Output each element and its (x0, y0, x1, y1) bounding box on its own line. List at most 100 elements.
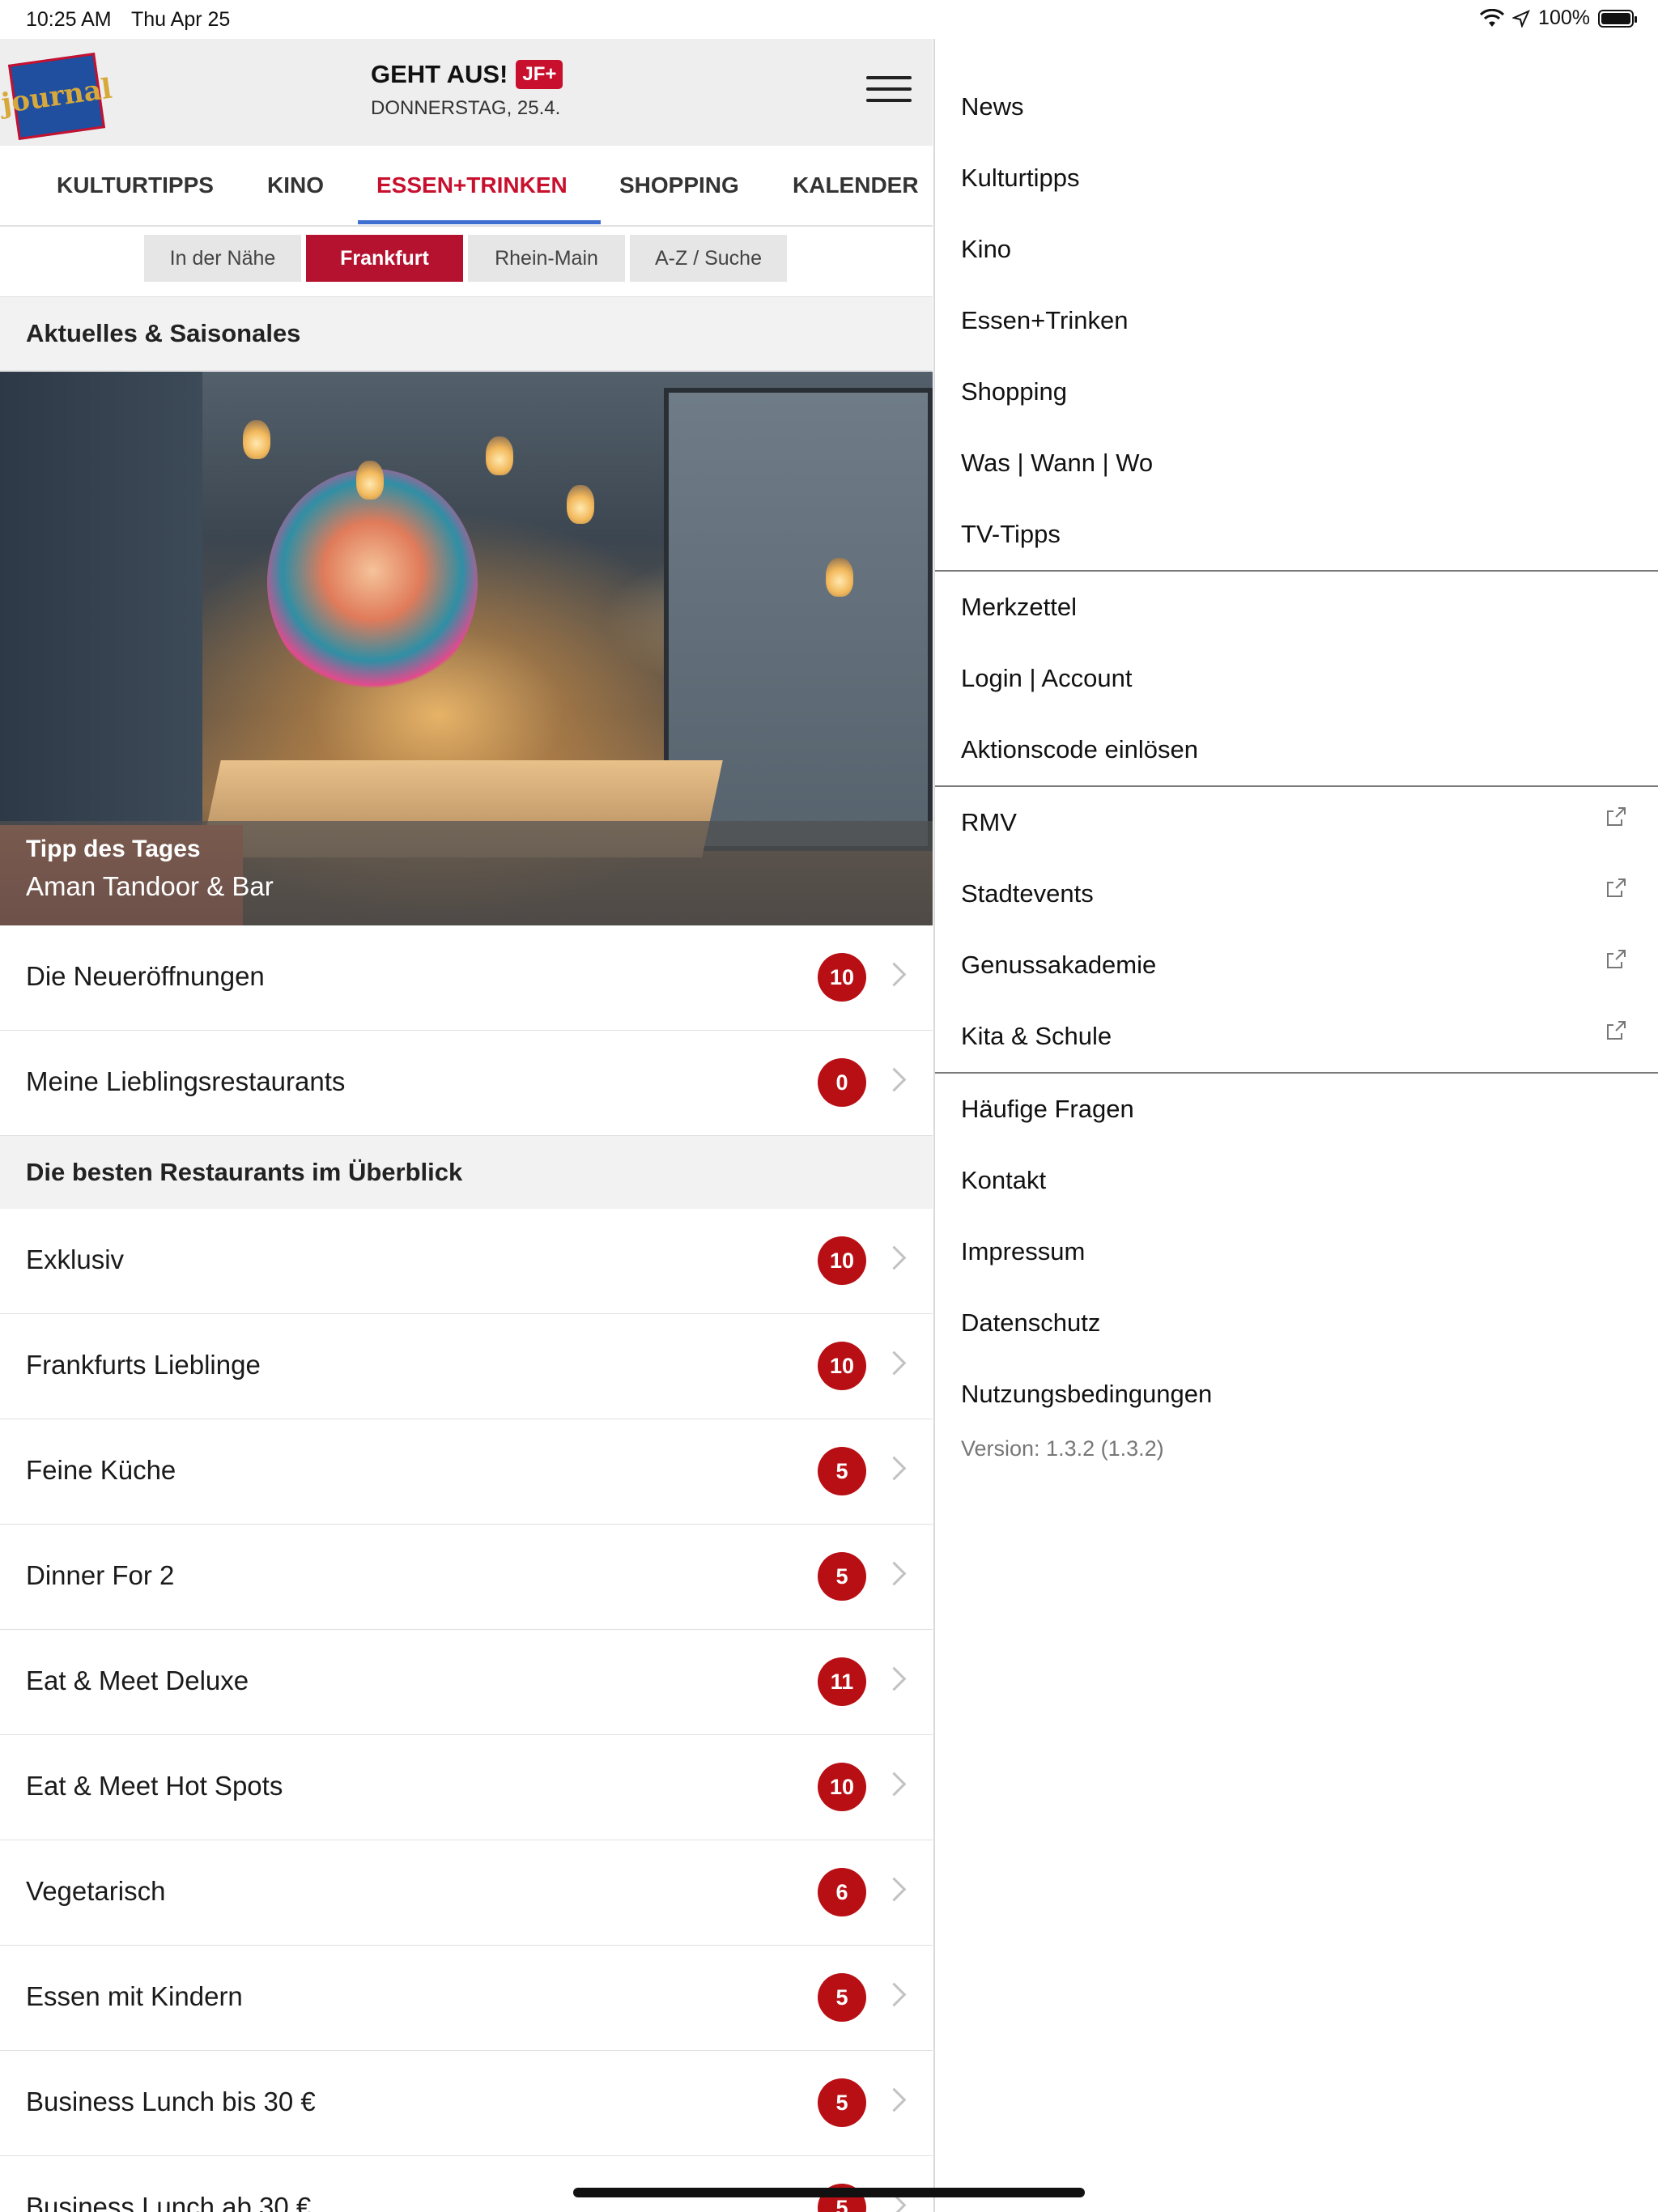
wifi-icon (1480, 8, 1505, 27)
list-item-label: Dinner For 2 (26, 1560, 175, 1590)
menu-item-kulturtipps[interactable]: Kulturtipps (961, 164, 1079, 193)
list-item-label: Exklusiv (26, 1244, 125, 1274)
chevron-right-icon (882, 1772, 907, 1797)
list-item-label: Die Neueröffnungen (26, 961, 265, 991)
header-title-group: GEHT AUS! JF+ (371, 60, 563, 89)
menu-item-datenschutz[interactable]: Datenschutz (961, 1308, 1100, 1338)
list-item-label: Eat & Meet Hot Spots (26, 1771, 283, 1801)
hamburger-menu-button[interactable] (866, 76, 912, 108)
category-tabs: KULTURTIPPS KINO ESSEN+TRINKEN SHOPPING … (0, 146, 933, 227)
header-date: DONNERSTAG, 25.4. (371, 97, 561, 119)
segment-a-z-suche[interactable]: A-Z / Suche (630, 235, 787, 282)
menu-line (866, 87, 912, 91)
app-header: journal GEHT AUS! JF+ DONNERSTAG, 25.4. (0, 39, 933, 147)
location-arrow-icon (1512, 9, 1531, 28)
list-item-label: Business Lunch bis 30 € (26, 2087, 316, 2116)
menu-item-impressum[interactable]: Impressum (961, 1237, 1085, 1266)
external-link-icon (1607, 807, 1626, 826)
list-item-label: Vegetarisch (26, 1876, 166, 1906)
menu-item-rmv[interactable]: RMV (961, 808, 1017, 837)
menu-line (866, 99, 912, 102)
list-item-label: Feine Küche (26, 1455, 176, 1485)
menu-item-kita-schule[interactable]: Kita & Schule (961, 1022, 1112, 1051)
list-item-label: Frankfurts Lieblinge (26, 1350, 261, 1380)
menu-item-aktionscode[interactable]: Aktionscode einlösen (961, 735, 1198, 764)
list-item[interactable]: Essen mit Kindern 5 (0, 1946, 933, 2051)
count-badge: 10 (818, 953, 866, 1002)
count-badge: 0 (818, 1058, 866, 1107)
menu-item-stadtevents[interactable]: Stadtevents (961, 879, 1094, 908)
count-badge: 5 (818, 1447, 866, 1495)
list-item-lieblingsrestaurants[interactable]: Meine Lieblingsrestaurants 0 (0, 1031, 933, 1136)
side-menu: News Kulturtipps Kino Essen+Trinken Shop… (933, 39, 1658, 2212)
status-bar: 10:25 AM Thu Apr 25 100% (0, 0, 1658, 39)
journal-logo[interactable]: journal (0, 52, 114, 141)
menu-item-genussakademie[interactable]: Genussakademie (961, 951, 1156, 980)
count-badge: 6 (818, 1868, 866, 1916)
menu-item-tv-tipps[interactable]: TV-Tipps (961, 520, 1061, 549)
status-time: 10:25 AM (26, 8, 112, 31)
hero-lamp (486, 436, 513, 475)
chevron-right-icon (882, 962, 907, 987)
list-item[interactable]: Feine Küche 5 (0, 1419, 933, 1525)
segment-frankfurt[interactable]: Frankfurt (306, 235, 463, 282)
menu-item-was-wann-wo[interactable]: Was | Wann | Wo (961, 449, 1153, 478)
status-icons: 100% (1480, 6, 1637, 30)
menu-divider (935, 1072, 1658, 1074)
list-item-label: Business Lunch ab 30 € (26, 2192, 312, 2212)
chevron-right-icon (882, 1351, 907, 1376)
tab-shopping[interactable]: SHOPPING (619, 146, 739, 225)
menu-divider (935, 785, 1658, 787)
list-item[interactable]: Exklusiv 10 (0, 1209, 933, 1314)
chevron-right-icon (882, 2087, 907, 2112)
list-item[interactable]: Vegetarisch 6 (0, 1840, 933, 1946)
list-item[interactable]: Eat & Meet Hot Spots 10 (0, 1735, 933, 1840)
count-badge: 5 (818, 1552, 866, 1601)
menu-item-news[interactable]: News (961, 92, 1024, 121)
count-badge: 5 (818, 2078, 866, 2127)
hero-kicker: Tipp des Tages (26, 836, 201, 862)
section-header-aktuelles: Aktuelles & Saisonales (0, 296, 933, 371)
hero-lamp (356, 461, 384, 500)
list-item[interactable]: Business Lunch ab 30 € 5 (0, 2156, 933, 2212)
count-badge: 11 (818, 1657, 866, 1706)
external-link-icon (1607, 1021, 1626, 1040)
chevron-right-icon (882, 1982, 907, 2007)
menu-item-kontakt[interactable]: Kontakt (961, 1166, 1046, 1195)
home-indicator[interactable] (573, 2188, 1085, 2197)
menu-item-nutzungsbedingungen[interactable]: Nutzungsbedingungen (961, 1380, 1212, 1409)
section-title: Aktuelles & Saisonales (26, 319, 301, 347)
tab-kalender[interactable]: KALENDER (793, 146, 919, 225)
tipp-des-tages-card[interactable]: Tipp des Tages Aman Tandoor & Bar (0, 372, 933, 925)
list-item-label: Essen mit Kindern (26, 1981, 243, 2011)
segment-in-der-naehe[interactable]: In der Nähe (144, 235, 301, 282)
tab-kulturtipps[interactable]: KULTURTIPPS (57, 146, 214, 225)
active-tab-indicator (358, 220, 601, 224)
menu-item-essen-trinken[interactable]: Essen+Trinken (961, 306, 1128, 335)
section-header-restaurants: Die besten Restaurants im Überblick (0, 1135, 933, 1210)
list-item-neueroeffnungen[interactable]: Die Neueröffnungen 10 (0, 925, 933, 1031)
section-title: Die besten Restaurants im Überblick (26, 1158, 463, 1186)
header-title: GEHT AUS! (371, 60, 508, 88)
menu-item-haeufige-fragen[interactable]: Häufige Fragen (961, 1095, 1134, 1124)
count-badge: 5 (818, 1973, 866, 2022)
list-item[interactable]: Dinner For 2 5 (0, 1525, 933, 1630)
tab-kino[interactable]: KINO (267, 146, 324, 225)
hero-lamp (243, 420, 270, 459)
menu-item-kino[interactable]: Kino (961, 235, 1011, 264)
segment-rhein-main[interactable]: Rhein-Main (468, 235, 625, 282)
list-item[interactable]: Business Lunch bis 30 € 5 (0, 2051, 933, 2156)
menu-item-merkzettel[interactable]: Merkzettel (961, 593, 1077, 622)
list-item[interactable]: Frankfurts Lieblinge 10 (0, 1314, 933, 1419)
list-item-label: Eat & Meet Deluxe (26, 1665, 249, 1695)
chevron-right-icon (882, 1456, 907, 1481)
menu-line (866, 76, 912, 79)
app-version: Version: 1.3.2 (1.3.2) (961, 1436, 1164, 1461)
list-item-label: Meine Lieblingsrestaurants (26, 1066, 346, 1096)
count-badge: 10 (818, 1236, 866, 1285)
tab-essen-trinken[interactable]: ESSEN+TRINKEN (376, 146, 568, 225)
menu-item-login-account[interactable]: Login | Account (961, 664, 1132, 693)
menu-item-shopping[interactable]: Shopping (961, 377, 1067, 406)
list-item[interactable]: Eat & Meet Deluxe 11 (0, 1630, 933, 1735)
jf-plus-badge[interactable]: JF+ (516, 60, 563, 89)
